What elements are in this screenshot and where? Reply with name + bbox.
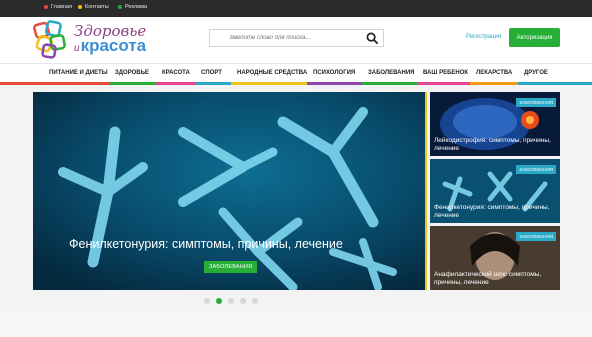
nav-item-psychology[interactable]: ПСИХОЛОГИЯ — [313, 70, 355, 76]
search-box — [209, 29, 384, 47]
nav-color-segment — [195, 82, 231, 85]
category-badge[interactable]: ЗАБОЛЕВАНИЯ — [516, 98, 556, 107]
nav-color-segment — [231, 82, 307, 85]
nav-item-nutrition[interactable]: ПИТАНИЕ И ДИЕТЫ — [49, 70, 108, 76]
side-card-caption[interactable]: Анафилактический шок: симптомы, причины,… — [434, 271, 556, 286]
nav-item-diseases[interactable]: ЗАБОЛЕВАНИЯ — [368, 70, 414, 76]
category-badge[interactable]: ЗАБОЛЕВАНИЯ — [516, 232, 556, 241]
topbar-link-home[interactable]: Главная — [44, 4, 72, 10]
side-card-anaphylactic-shock[interactable]: ЗАБОЛЕВАНИЯ Анафилактический шок: симпто… — [430, 226, 560, 290]
pagination-dot[interactable] — [204, 298, 210, 304]
logo-word-beauty: икрасота — [74, 36, 146, 56]
login-button[interactable]: Авторизация — [509, 28, 560, 47]
topbar-link-contacts[interactable]: Контакты — [78, 4, 109, 10]
pagination-dot-active[interactable] — [216, 298, 222, 304]
nav-color-segment — [0, 82, 110, 85]
search-input[interactable] — [210, 30, 360, 46]
nav-item-beauty[interactable]: КРАСОТА — [162, 70, 190, 76]
nav-item-other[interactable]: ДРУГОЕ — [524, 70, 548, 76]
bullet-icon — [118, 5, 122, 9]
nav-color-segment — [362, 82, 417, 85]
nav-color-segment — [110, 82, 155, 85]
slider-pagination — [204, 298, 258, 304]
nav-color-bar — [0, 82, 592, 85]
nav-color-segment — [518, 82, 592, 85]
main-slide[interactable]: Фенилкетонурия: симптомы, причины, лечен… — [33, 92, 427, 290]
pagination-dot[interactable] — [228, 298, 234, 304]
logo-and: и — [74, 43, 80, 54]
main-slide-title[interactable]: Фенилкетонурия: симптомы, причины, лечен… — [69, 237, 343, 251]
register-link[interactable]: Регистрация — [466, 34, 501, 40]
side-card-leukodystrophy[interactable]: ЗАБОЛЕВАНИЯ Лейкодистрофия: симптомы, пр… — [430, 92, 560, 156]
topbar-link-label: Реклама — [125, 4, 148, 10]
nav-item-medicines[interactable]: ЛЕКАРСТВА — [476, 70, 512, 76]
featured-slider: Фенилкетонурия: симптомы, причины, лечен… — [33, 92, 560, 290]
side-card-caption[interactable]: Фенилкетонурия: симптомы, причины, лечен… — [434, 204, 556, 219]
search-icon[interactable] — [366, 32, 379, 45]
topbar-link-label: Контакты — [85, 4, 109, 10]
category-badge[interactable]: ЗАБОЛЕВАНИЯ — [516, 165, 556, 174]
nav-item-sport[interactable]: СПОРТ — [201, 70, 222, 76]
nav-item-health[interactable]: ЗДОРОВЬЕ — [115, 70, 149, 76]
bullet-icon — [44, 5, 48, 9]
pagination-dot[interactable] — [240, 298, 246, 304]
site-logo[interactable]: Здоровье икрасота — [32, 20, 157, 60]
pagination-dot[interactable] — [252, 298, 258, 304]
topbar-link-ads[interactable]: Реклама — [118, 4, 147, 10]
nav-color-segment — [155, 82, 195, 85]
nav-color-segment — [470, 82, 518, 85]
nav-color-segment — [307, 82, 362, 85]
nav-item-folk-remedies[interactable]: НАРОДНЫЕ СРЕДСТВА — [237, 70, 307, 76]
site-header: Здоровье икрасота Регистрация Авторизаци… — [0, 17, 592, 63]
logo-word-beauty-text: красота — [80, 36, 147, 55]
logo-icon — [33, 20, 66, 59]
main-nav: ПИТАНИЕ И ДИЕТЫ ЗДОРОВЬЕ КРАСОТА СПОРТ Н… — [0, 63, 592, 85]
active-slide-border — [425, 92, 427, 290]
category-badge[interactable]: ЗАБОЛЕВАНИЯ — [204, 261, 258, 273]
topbar-link-label: Главная — [51, 4, 72, 10]
content-area — [0, 311, 592, 337]
side-card-phenylketonuria[interactable]: ЗАБОЛЕВАНИЯ Фенилкетонурия: симптомы, пр… — [430, 159, 560, 223]
nav-item-your-child[interactable]: ВАШ РЕБЕНОК — [423, 70, 468, 76]
nav-color-segment — [417, 82, 470, 85]
side-card-caption[interactable]: Лейкодистрофия: симптомы, причины, лечен… — [434, 137, 556, 152]
top-bar: Главная Контакты Реклама — [0, 0, 592, 17]
bullet-icon — [78, 5, 82, 9]
